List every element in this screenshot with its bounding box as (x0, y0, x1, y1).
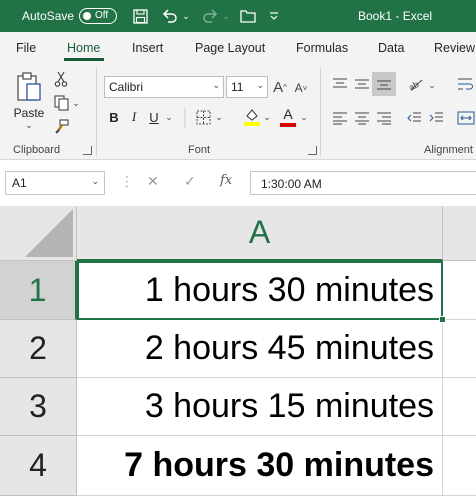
svg-text:ab: ab (407, 79, 421, 92)
more-options-icon: ⋮ (120, 173, 134, 189)
decrease-font-size-icon[interactable]: A ˅ (292, 79, 310, 97)
alignment-group-label: Alignment (424, 144, 473, 156)
format-painter-icon[interactable] (52, 118, 70, 136)
column-header-a[interactable]: A (77, 206, 443, 261)
underline-button[interactable]: U (146, 108, 162, 126)
clipboard-group-label: Clipboard (13, 144, 61, 156)
cell-a1[interactable]: 1 hours 30 minutes (77, 261, 443, 320)
undo-dropdown-icon[interactable]: ⌄ (181, 6, 191, 26)
save-icon[interactable] (131, 6, 149, 26)
bold-button[interactable]: B (106, 108, 122, 126)
align-bottom-icon[interactable] (372, 72, 396, 96)
active-tab-indicator (64, 58, 104, 61)
undo-icon[interactable] (160, 6, 180, 26)
chevron-down-icon: ⌄ (256, 80, 264, 90)
paste-icon[interactable] (14, 70, 44, 104)
increase-indent-icon[interactable] (426, 108, 446, 128)
row-header-1[interactable]: 1 (0, 261, 77, 320)
name-box[interactable]: A1 ⌄ (5, 171, 105, 195)
decrease-indent-icon[interactable] (404, 108, 424, 128)
chevron-down-icon: ⌄ (91, 176, 99, 186)
autosave-state: Off (95, 10, 109, 21)
column-header-label: A (248, 214, 271, 250)
cancel-icon: ✕ (147, 173, 159, 189)
cell-a3[interactable]: 3 hours 15 minutes (77, 378, 443, 436)
borders-dropdown-icon[interactable]: ⌄ (214, 110, 224, 124)
select-all-triangle-icon (25, 209, 73, 257)
toggle-knob (83, 12, 91, 20)
font-color-letter: A (283, 106, 293, 122)
font-color-swatch (280, 123, 296, 127)
fill-color-icon[interactable] (242, 107, 262, 127)
formula-input[interactable]: 1:30:00 AM (250, 171, 476, 195)
underline-dropdown-icon[interactable]: ⌄ (164, 110, 174, 124)
group-separator (320, 68, 321, 156)
formula-content: 1:30:00 AM (261, 177, 322, 191)
font-size-value: 11 (231, 80, 244, 94)
autosave-label: AutoSave (22, 9, 75, 23)
copy-dropdown-icon[interactable]: ⌄ (71, 96, 81, 110)
font-family-value: Calibri (109, 80, 144, 94)
font-group-label: Font (188, 144, 211, 156)
font-size-select[interactable]: 11 ⌄ (226, 76, 268, 98)
tab-insert[interactable]: Insert (132, 41, 163, 55)
fill-color-dropdown-icon[interactable]: ⌄ (262, 110, 272, 124)
italic-button[interactable]: I (126, 108, 142, 126)
merge-center-icon[interactable] (456, 108, 476, 128)
fill-handle[interactable] (439, 316, 446, 323)
formula-bar: A1 ⌄ ⋮ ✕ ✓ fx 1:30:00 AM (0, 160, 476, 206)
align-center-icon[interactable] (352, 108, 372, 128)
borders-icon[interactable] (194, 108, 212, 126)
tab-data[interactable]: Data (378, 41, 404, 55)
redo-dropdown-icon: ⌄ (222, 10, 230, 21)
align-top-icon[interactable] (330, 74, 350, 94)
cell-b3[interactable] (443, 378, 476, 436)
align-right-icon[interactable] (374, 108, 394, 128)
row-header-4[interactable]: 4 (0, 436, 77, 496)
copy-icon[interactable] (52, 94, 70, 112)
cell-b1[interactable] (443, 261, 476, 320)
cell-b2[interactable] (443, 320, 476, 378)
cell-b4[interactable] (443, 436, 476, 496)
wrap-text-icon[interactable] (456, 74, 476, 94)
font-group-divider (183, 107, 187, 129)
folder-icon[interactable] (238, 6, 258, 26)
document-title: Book1 - Excel (358, 9, 433, 23)
orientation-icon[interactable]: ab (406, 74, 426, 94)
row-header-3[interactable]: 3 (0, 378, 77, 436)
cell-a4[interactable]: 7 hours 30 minutes (77, 436, 443, 496)
font-color-icon[interactable]: A (278, 106, 298, 128)
row-header-2[interactable]: 2 (0, 320, 77, 378)
font-launcher-icon[interactable] (308, 146, 317, 155)
insert-function-icon[interactable]: fx (220, 173, 232, 188)
redo-icon (200, 6, 220, 26)
column-header-b[interactable] (443, 206, 476, 261)
tab-home[interactable]: Home (67, 41, 100, 55)
increase-font-size-icon[interactable]: A ^ (271, 78, 289, 96)
autosave-toggle[interactable]: Off (79, 8, 117, 24)
title-bar: AutoSave Off ⌄ ⌄ Book1 - Excel (0, 0, 476, 32)
name-box-value: A1 (12, 176, 27, 190)
cut-icon[interactable] (52, 70, 70, 88)
tab-page-layout[interactable]: Page Layout (195, 41, 265, 55)
orientation-dropdown-icon[interactable]: ⌄ (427, 78, 437, 92)
select-all-button[interactable] (0, 206, 77, 261)
group-separator (96, 68, 97, 156)
cell-a2[interactable]: 2 hours 45 minutes (77, 320, 443, 378)
ribbon-home: Paste ⌄ ⌄ Clipboard Calibri ⌄ 11 ⌄ A ^ A ˅… (0, 62, 476, 160)
font-family-select[interactable]: Calibri ⌄ (104, 76, 224, 98)
tab-file[interactable]: File (16, 41, 36, 55)
worksheet-grid: A 1 2 3 4 1 hours 30 minutes 2 hours 45 … (0, 206, 476, 496)
chevron-down-icon: ⌄ (212, 80, 220, 90)
clipboard-launcher-icon[interactable] (83, 146, 92, 155)
font-color-dropdown-icon[interactable]: ⌄ (299, 110, 309, 124)
align-left-icon[interactable] (330, 108, 350, 128)
paste-label[interactable]: Paste (12, 106, 46, 120)
customize-qat-icon[interactable] (268, 6, 280, 26)
tab-review[interactable]: Review (434, 41, 475, 55)
paste-dropdown-icon[interactable]: ⌄ (22, 120, 36, 130)
tab-formulas[interactable]: Formulas (296, 41, 348, 55)
enter-icon: ✓ (184, 173, 196, 189)
align-middle-icon[interactable] (352, 74, 372, 94)
